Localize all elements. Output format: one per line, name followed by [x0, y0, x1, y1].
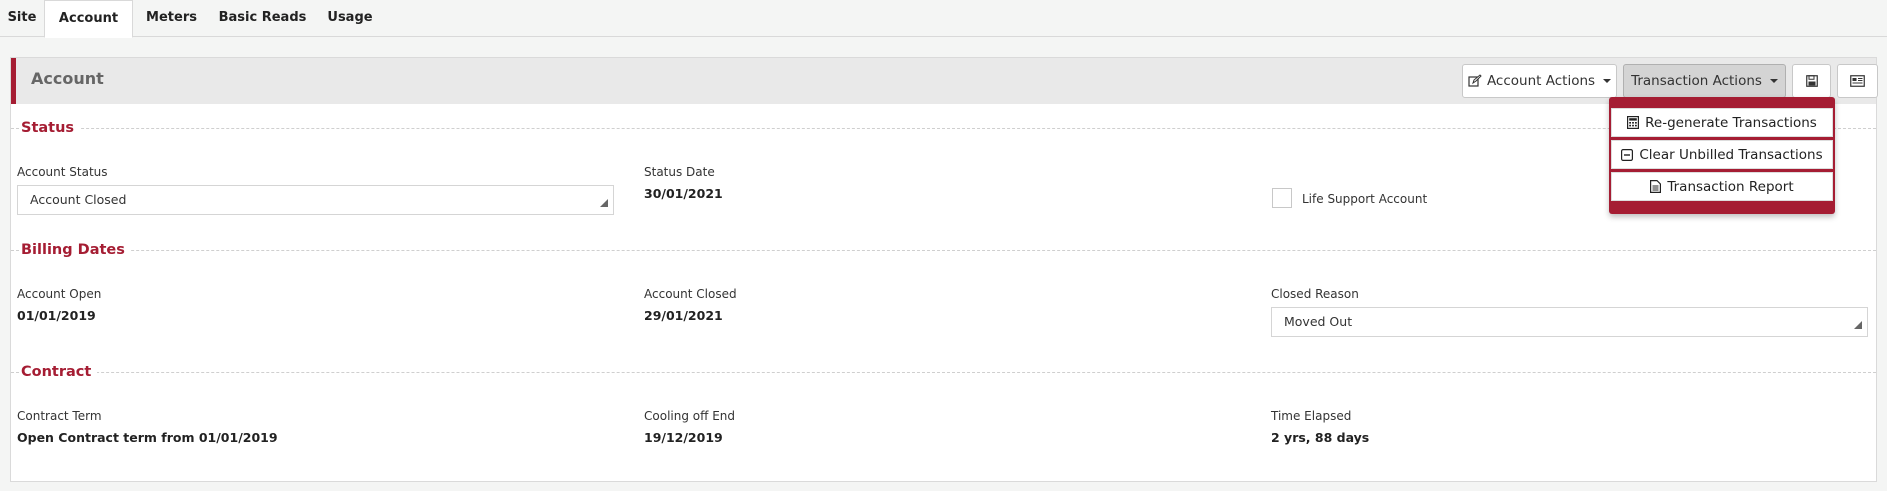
- closed-reason-label: Closed Reason: [1271, 287, 1359, 301]
- life-support-checkbox[interactable]: [1272, 188, 1292, 208]
- account-actions-button[interactable]: Account Actions: [1462, 64, 1617, 98]
- menu-item-label: Re-generate Transactions: [1645, 114, 1817, 131]
- section-title-contract: Contract: [21, 363, 98, 381]
- tab-site[interactable]: Site: [0, 0, 44, 37]
- menu-item-label: Transaction Report: [1667, 178, 1794, 195]
- tab-meters[interactable]: Meters: [133, 0, 210, 37]
- account-panel: Account Account Actions Transaction Acti…: [10, 57, 1878, 482]
- minus-square-icon: [1621, 148, 1634, 161]
- caret-down-icon: [1603, 79, 1612, 83]
- time-elapsed-label: Time Elapsed: [1271, 409, 1352, 423]
- contract-term-label: Contract Term: [17, 409, 102, 423]
- closed-reason-select[interactable]: Moved Out: [1271, 307, 1868, 337]
- life-support-label: Life Support Account: [1302, 192, 1428, 206]
- save-button[interactable]: [1792, 64, 1831, 98]
- cooling-off-value: 19/12/2019: [644, 430, 723, 445]
- menu-item-clear-unbilled-transactions[interactable]: Clear Unbilled Transactions: [1611, 140, 1833, 169]
- account-open-value: 01/01/2019: [17, 308, 96, 323]
- transaction-actions-menu: Re-generate Transactions Clear Unbilled …: [1609, 97, 1835, 214]
- time-elapsed-value: 2 yrs, 88 days: [1271, 430, 1370, 445]
- account-status-label: Account Status: [17, 165, 108, 179]
- menu-item-regenerate-transactions[interactable]: Re-generate Transactions: [1611, 108, 1833, 137]
- account-closed-label: Account Closed: [644, 287, 737, 301]
- section-divider: [11, 250, 1876, 251]
- document-icon: [1650, 180, 1662, 193]
- transaction-actions-label: Transaction Actions: [1631, 73, 1762, 89]
- tab-account[interactable]: Account: [44, 0, 133, 38]
- transaction-actions-button[interactable]: Transaction Actions: [1623, 64, 1786, 98]
- account-status-select[interactable]: Account Closed: [17, 185, 614, 215]
- account-open-label: Account Open: [17, 287, 102, 301]
- closed-reason-value: Moved Out: [1284, 314, 1353, 329]
- panel-title: Account: [31, 69, 104, 88]
- account-status-value: Account Closed: [30, 192, 127, 207]
- tab-bar: Site Account Meters Basic Reads Usage: [0, 0, 1887, 38]
- calculator-icon: [1627, 116, 1640, 129]
- tab-basic-reads[interactable]: Basic Reads: [210, 0, 315, 37]
- contract-term-value: Open Contract term from 01/01/2019: [17, 430, 278, 445]
- status-date-label: Status Date: [644, 165, 715, 179]
- section-divider: [11, 372, 1876, 373]
- status-date-value: 30/01/2021: [644, 186, 723, 201]
- section-title-status: Status: [21, 119, 81, 137]
- save-icon: [1805, 75, 1818, 87]
- menu-item-label: Clear Unbilled Transactions: [1639, 146, 1823, 163]
- resize-handle-icon: [600, 199, 608, 207]
- caret-down-icon: [1769, 79, 1778, 83]
- edit-icon: [1468, 74, 1482, 88]
- tab-usage[interactable]: Usage: [315, 0, 385, 37]
- panel-header: Account Account Actions Transaction Acti…: [11, 58, 1878, 104]
- section-divider: [11, 128, 1876, 129]
- section-title-billing-dates: Billing Dates: [21, 241, 131, 259]
- account-closed-value: 29/01/2021: [644, 308, 723, 323]
- resize-handle-icon: [1854, 321, 1862, 329]
- cooling-off-label: Cooling off End: [644, 409, 735, 423]
- account-actions-label: Account Actions: [1486, 73, 1596, 89]
- print-view-button[interactable]: [1837, 64, 1878, 98]
- menu-item-transaction-report[interactable]: Transaction Report: [1611, 172, 1833, 201]
- newspaper-icon: [1850, 75, 1865, 87]
